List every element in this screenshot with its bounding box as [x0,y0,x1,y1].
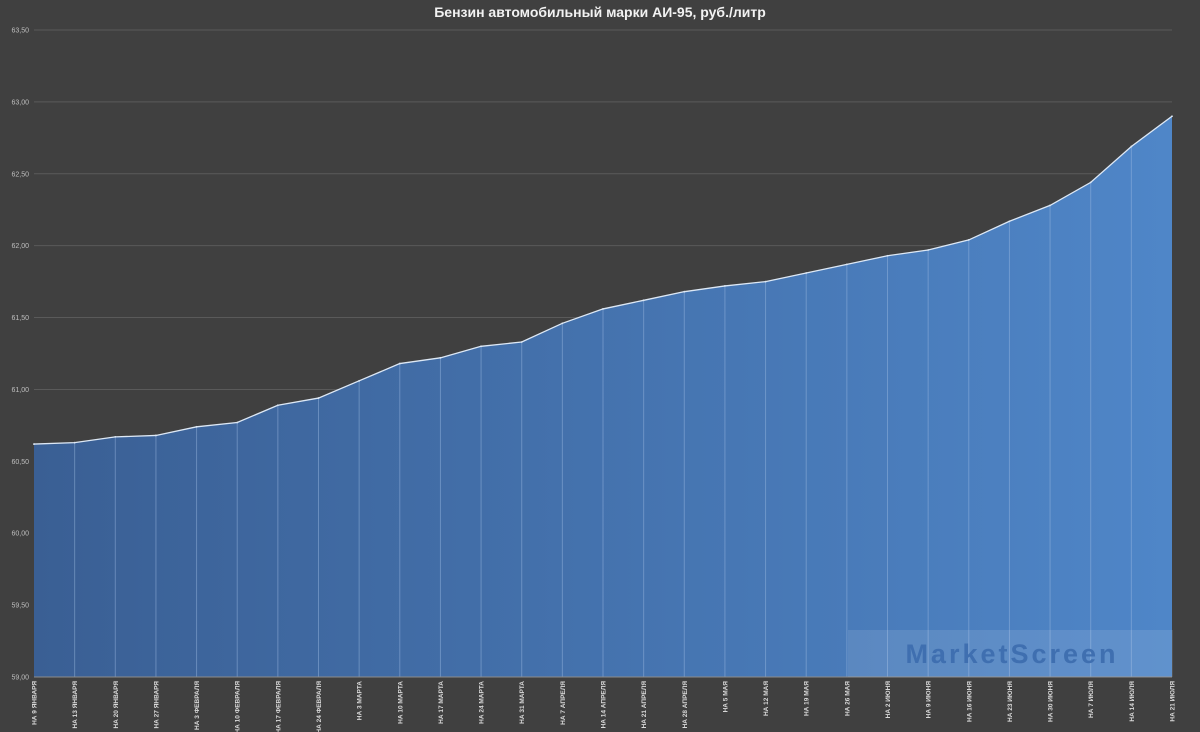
y-tick-label: 61,50 [11,315,29,322]
x-tick-label: НА 10 МАРТА [397,681,404,724]
data-point [1171,115,1173,118]
chart-title: Бензин автомобильный марки АИ-95, руб./л… [434,4,766,20]
x-tick-label: НА 17 МАРТА [438,681,445,724]
x-tick-label: НА 7 ИЮЛЯ [1088,681,1095,718]
y-tick-label: 63,50 [11,28,29,35]
data-point [195,425,198,428]
data-point [1049,204,1051,207]
y-tick-label: 62,50 [11,171,29,178]
data-point [764,280,767,283]
data-point [33,443,35,445]
x-tick-label: НА 12 МАЯ [763,681,770,716]
x-tick-label: НА 21 АПРЕЛЯ [641,681,648,729]
x-tick-label: НА 9 ЯНВАРЯ [32,681,39,725]
y-tick-label: 61,00 [11,387,29,394]
x-tick-label: НА 13 ЯНВАРЯ [72,681,79,729]
x-tick-label: НА 27 ЯНВАРЯ [153,681,160,729]
data-point [642,299,645,302]
x-tick-label: НА 7 АПРЕЛЯ [560,681,567,725]
data-point [520,341,523,343]
data-point [439,356,442,359]
x-tick-label: НА 14 АПРЕЛЯ [601,681,608,729]
data-point [724,285,726,287]
x-tick-label: НА 21 ИЮЛЯ [1170,681,1177,722]
data-point [398,362,401,365]
x-tick-label: НА 19 МАЯ [804,681,811,716]
data-area [33,115,1173,678]
y-tick-label: 59,50 [11,603,29,610]
x-tick-label: НА 10 ФЕВРАЛЯ [235,681,242,732]
y-tick-label: 63,00 [11,99,29,106]
x-tick-label: НА 14 ИЮЛЯ [1129,681,1136,722]
x-tick-label: НА 3 ФЕВРАЛЯ [194,681,201,730]
data-point [236,421,239,424]
x-axis: НА 9 ЯНВАРЯ НА 13 ЯНВАРЯ НА 20 ЯНВАРЯ НА 27… [32,681,1177,732]
data-point [155,434,157,437]
data-point [845,263,848,266]
data-point [1130,145,1133,148]
x-tick-label: НА 3 МАРТА [357,681,364,721]
chart-area: Бензин автомобильный марки АИ-95, руб./л… [0,0,1200,732]
data-point [480,345,482,348]
watermark: MarketScreen [848,630,1173,677]
y-axis: 59,00 59,50 60,00 60,50 61,00 61,50 62,00 62,50… [11,28,29,682]
y-tick-label: 60,00 [11,531,29,538]
x-tick-label: НА 23 ИЮНЯ [1007,681,1014,722]
data-point [358,379,361,382]
x-tick-label: НА 17 ФЕВРАЛЯ [275,681,282,732]
data-point [683,290,686,293]
x-tick-label: НА 26 МАЯ [844,681,851,716]
x-tick-label: НА 16 ИЮНЯ [966,681,973,722]
area-chart: Бензин автомобильный марки АИ-95, руб./л… [11,4,1177,732]
data-point [114,435,117,438]
x-tick-label: НА 31 МАРТА [519,681,526,724]
y-tick-label: 59,00 [11,675,29,682]
data-point [317,397,320,399]
x-tick-label: НА 24 ФЕВРАЛЯ [316,681,323,732]
data-point [276,404,279,407]
x-tick-label: НА 30 ИЮНЯ [1048,681,1055,722]
data-point [1008,220,1011,223]
x-tick-label: НА 24 МАРТА [479,681,486,724]
data-point [73,441,76,444]
y-tick-label: 62,00 [11,243,29,250]
data-point [805,272,808,274]
x-tick-label: НА 5 МАЯ [722,681,729,713]
data-point [602,308,604,310]
x-tick-label: НА 28 АПРЕЛЯ [682,681,689,729]
y-tick-label: 60,50 [11,459,29,466]
x-tick-label: НА 20 ЯНВАРЯ [113,681,120,729]
data-point [1089,181,1092,184]
x-tick-label: НА 9 ИЮНЯ [926,681,933,719]
x-tick-label: НА 2 ИЮНЯ [885,681,892,719]
data-point [561,322,564,325]
data-point [967,239,970,241]
data-point [927,249,930,251]
data-point [886,254,889,257]
watermark-text: MarketScreen [905,639,1118,669]
